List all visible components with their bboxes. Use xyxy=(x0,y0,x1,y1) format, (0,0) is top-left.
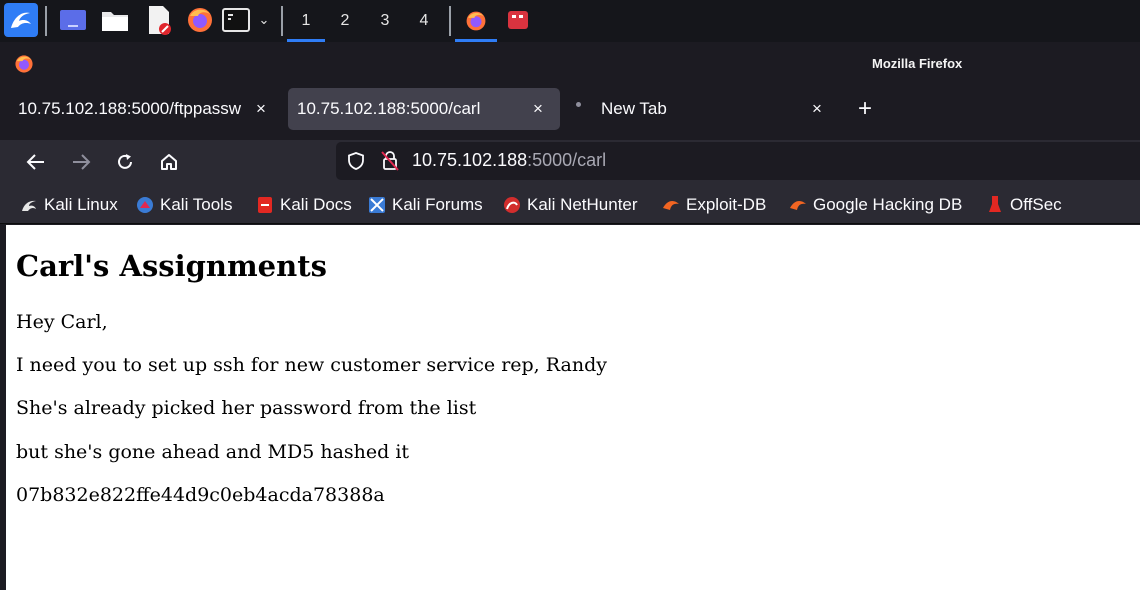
bookmark-kali-nethunter[interactable]: Kali NetHunter xyxy=(503,193,638,217)
bookmark-offsec[interactable]: OffSec xyxy=(986,193,1062,217)
kali-dragon-icon xyxy=(20,196,38,214)
nethunter-icon xyxy=(503,196,521,214)
bookmark-label: Google Hacking DB xyxy=(813,195,963,214)
bookmark-label: Kali NetHunter xyxy=(527,195,638,214)
url-text[interactable]: 10.75.102.188:5000/carl xyxy=(412,150,606,171)
paragraph-instruction: I need you to set up ssh for new custome… xyxy=(16,354,607,376)
firefox-task-button[interactable] xyxy=(455,0,497,42)
offsec-icon xyxy=(986,196,1004,214)
bookmark-label: Kali Tools xyxy=(160,195,233,214)
bookmark-exploit-db[interactable]: Exploit-DB xyxy=(662,193,766,217)
bookmark-kali-tools[interactable]: Kali Tools xyxy=(136,193,232,217)
kali-menu-icon[interactable] xyxy=(4,3,38,37)
tab-new-tab[interactable]: New Tab × xyxy=(568,88,838,130)
new-tab-button[interactable]: + xyxy=(852,95,878,122)
tab-label: 10.75.102.188:5000/ftppassw xyxy=(18,99,242,118)
title-bar xyxy=(0,44,1140,82)
bookmark-kali-docs[interactable]: Kali Docs xyxy=(256,193,352,217)
insecure-lock-icon[interactable] xyxy=(380,150,400,172)
tracking-protection-shield-icon[interactable] xyxy=(346,151,366,171)
taskbar-separator xyxy=(449,6,451,36)
paragraph-hash-note: but she's gone ahead and MD5 hashed it xyxy=(16,441,410,463)
home-button[interactable] xyxy=(155,148,183,176)
url-host: 10.75.102.188 xyxy=(412,150,528,170)
firefox-window-icon xyxy=(14,54,34,74)
workspace-1[interactable]: 1 xyxy=(287,0,325,42)
bookmark-label: Kali Linux xyxy=(44,195,118,214)
bookmark-label: OffSec xyxy=(1010,195,1062,214)
bookmark-label: Kali Forums xyxy=(392,195,483,214)
bookmark-label: Kali Docs xyxy=(280,195,352,214)
taskbar-separator xyxy=(45,6,47,36)
paragraph-password-note: She's already picked her password from t… xyxy=(16,397,477,419)
tab-carl[interactable]: 10.75.102.188:5000/carl × xyxy=(288,88,560,130)
reload-icon xyxy=(118,154,132,169)
bookmark-google-hacking-db[interactable]: Google Hacking DB xyxy=(789,193,962,217)
md5-hash-text: 07b832e822ffe44d9c0eb4acda78388a xyxy=(16,484,385,506)
paragraph-greeting: Hey Carl, xyxy=(16,311,108,333)
kali-tools-icon xyxy=(136,196,154,214)
back-button[interactable] xyxy=(22,148,50,176)
workspace-2[interactable]: 2 xyxy=(326,0,364,42)
close-icon[interactable]: × xyxy=(812,99,822,119)
workspace-4[interactable]: 4 xyxy=(405,0,443,42)
arrow-left-icon xyxy=(26,154,44,170)
firefox-launcher-icon[interactable] xyxy=(184,4,216,36)
tab-label: 10.75.102.188:5000/carl xyxy=(297,99,481,118)
text-editor-icon[interactable] xyxy=(144,4,174,36)
tab-ftppasswords[interactable]: 10.75.102.188:5000/ftppassw × xyxy=(10,88,280,130)
file-manager-icon[interactable] xyxy=(100,4,130,36)
ghdb-icon xyxy=(789,196,807,214)
bookmark-label: Exploit-DB xyxy=(686,195,767,214)
url-path: :5000/carl xyxy=(527,150,607,170)
app-task-icon[interactable] xyxy=(505,4,531,36)
close-icon[interactable]: × xyxy=(533,99,543,119)
exploit-db-icon xyxy=(662,196,680,214)
bookmark-kali-forums[interactable]: Kali Forums xyxy=(368,193,483,217)
page-heading: Carl's Assignments xyxy=(16,249,327,283)
bookmark-kali-linux[interactable]: Kali Linux xyxy=(20,193,118,217)
arrow-right-icon xyxy=(73,154,91,170)
window-title: Mozilla Firefox xyxy=(872,56,963,71)
chevron-down-icon[interactable]: ⌄ xyxy=(255,4,273,36)
kali-forums-icon xyxy=(368,196,386,214)
terminal-icon[interactable] xyxy=(221,4,251,36)
workspace-3[interactable]: 3 xyxy=(366,0,404,42)
desktop-icon[interactable] xyxy=(58,4,88,36)
close-icon[interactable]: × xyxy=(256,99,266,119)
tab-label: New Tab xyxy=(601,99,667,118)
taskbar-separator xyxy=(281,6,283,36)
reload-button[interactable] xyxy=(111,148,139,176)
forward-button[interactable] xyxy=(67,148,95,176)
home-icon xyxy=(161,154,177,170)
kali-docs-icon xyxy=(256,196,274,214)
tab-dot-icon xyxy=(576,102,581,107)
